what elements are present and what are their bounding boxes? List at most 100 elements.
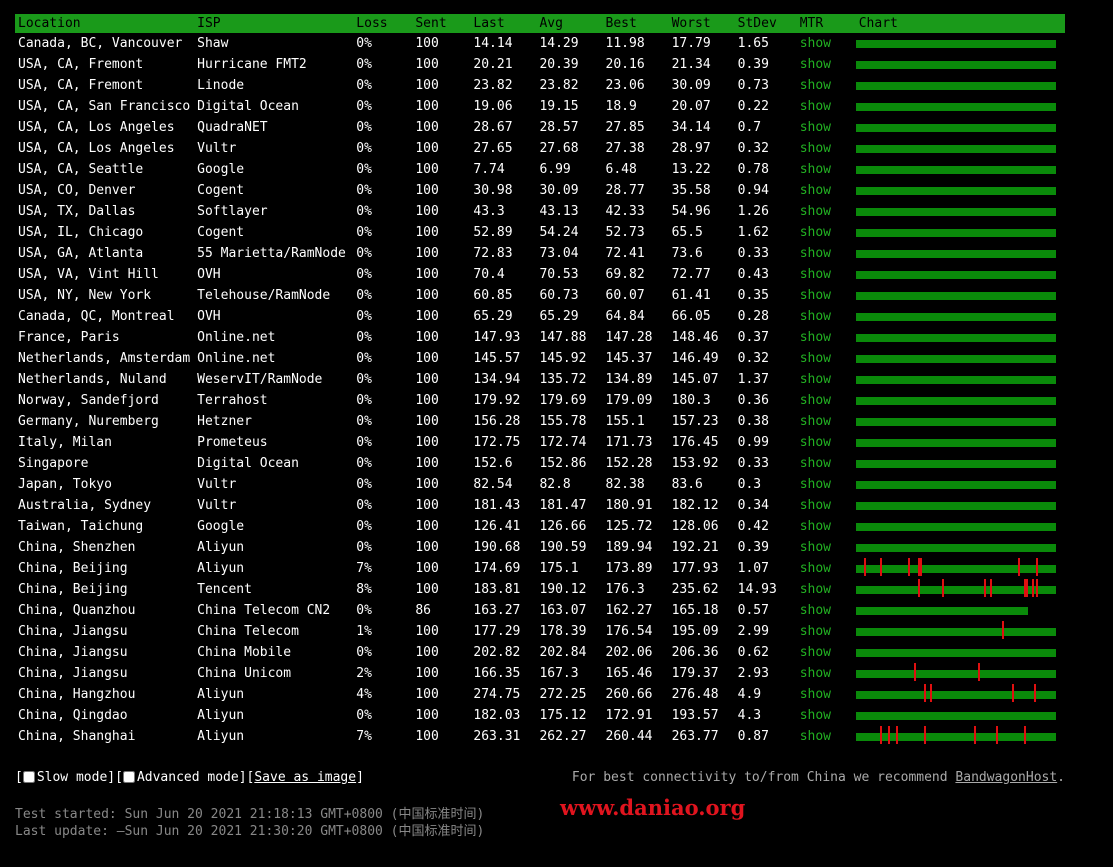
mtr-show-link[interactable]: show bbox=[797, 432, 856, 453]
latency-bar bbox=[855, 649, 1056, 657]
mtr-show-link[interactable]: show bbox=[797, 390, 856, 411]
mtr-show-link[interactable]: show bbox=[797, 579, 856, 600]
mtr-show-link[interactable]: show bbox=[797, 516, 856, 537]
mtr-show-link[interactable]: show bbox=[797, 642, 856, 663]
cell-isp: Prometeus bbox=[197, 435, 268, 450]
bandwagonhost-link[interactable]: BandwagonHost bbox=[955, 770, 1057, 785]
mtr-show-link[interactable]: show bbox=[797, 117, 856, 138]
cell-last: 14.14 bbox=[473, 36, 513, 51]
mtr-show-link[interactable]: show bbox=[797, 369, 856, 390]
table-row: China, Shanghai Aliyun 7% 100 263.31 262.27 26… bbox=[15, 726, 1065, 747]
mtr-show-link[interactable]: show bbox=[797, 495, 856, 516]
latency-sparkline bbox=[855, 61, 1056, 69]
mtr-show-link[interactable]: show bbox=[797, 726, 856, 747]
mtr-show-link[interactable]: show bbox=[797, 75, 856, 96]
results-panel: Location ISP Loss Sent Last Avg Best Wor… bbox=[15, 14, 1065, 747]
mtr-show-link[interactable]: show bbox=[797, 285, 856, 306]
cell-last: 60.85 bbox=[473, 288, 513, 303]
table-row: Canada, BC, Vancouver Shaw 0% 100 14.14 14.29… bbox=[15, 33, 1065, 54]
mtr-show-link[interactable]: show bbox=[797, 33, 856, 54]
cell-sent: 100 bbox=[415, 645, 439, 660]
table-row: France, Paris Online.net 0% 100 147.93 147.88… bbox=[15, 327, 1065, 348]
packet-loss-spike bbox=[977, 663, 980, 681]
mtr-show-link[interactable]: show bbox=[797, 453, 856, 474]
cell-isp: 55 Marietta/RamNode bbox=[197, 246, 346, 261]
cell-stdev: 0.87 bbox=[737, 729, 769, 744]
cell-stdev: 0.35 bbox=[737, 288, 769, 303]
mtr-show-link[interactable]: show bbox=[797, 306, 856, 327]
mtr-show-link[interactable]: show bbox=[797, 474, 856, 495]
cell-worst: 21.34 bbox=[671, 57, 711, 72]
slow-mode-checkbox[interactable] bbox=[22, 771, 35, 783]
cell-avg: 82.8 bbox=[539, 477, 571, 492]
packet-loss-spike bbox=[1035, 558, 1038, 576]
cell-avg: 175.12 bbox=[539, 708, 587, 723]
mtr-show-link[interactable]: show bbox=[797, 96, 856, 117]
packet-loss-spike bbox=[1035, 579, 1038, 597]
cell-stdev: 4.9 bbox=[737, 687, 762, 702]
mtr-show-link[interactable]: show bbox=[797, 684, 856, 705]
cell-sent: 100 bbox=[415, 666, 439, 681]
cell-loss: 0% bbox=[356, 141, 372, 156]
cell-worst: 263.77 bbox=[671, 729, 719, 744]
latency-bar bbox=[855, 712, 1056, 720]
mtr-show-link[interactable]: show bbox=[797, 222, 856, 243]
cell-loss: 0% bbox=[356, 57, 372, 72]
latency-bar bbox=[855, 166, 1056, 174]
latency-chart-cell bbox=[855, 684, 1065, 705]
col-worst-header: Worst bbox=[671, 16, 711, 31]
cell-avg: 73.04 bbox=[539, 246, 579, 261]
cell-stdev: 0.57 bbox=[737, 603, 769, 618]
mtr-show-link[interactable]: show bbox=[797, 411, 856, 432]
cell-isp: OVH bbox=[197, 309, 221, 324]
mtr-show-link[interactable]: show bbox=[797, 663, 856, 684]
mtr-show-link[interactable]: show bbox=[797, 54, 856, 75]
cell-best: 60.07 bbox=[605, 288, 645, 303]
mtr-show-link[interactable]: show bbox=[797, 537, 856, 558]
mtr-show-link[interactable]: show bbox=[797, 558, 856, 579]
save-as-image-link[interactable]: Save as image bbox=[254, 770, 356, 785]
advanced-mode-toggle[interactable]: Advanced mode bbox=[122, 770, 239, 785]
table-row: China, Hangzhou Aliyun 4% 100 274.75 272.25 26… bbox=[15, 684, 1065, 705]
cell-last: 134.94 bbox=[473, 372, 521, 387]
cell-sent: 100 bbox=[415, 561, 439, 576]
table-row: USA, VA, Vint Hill OVH 0% 100 70.4 70.53 69.82… bbox=[15, 264, 1065, 285]
slow-mode-toggle[interactable]: Slow mode bbox=[22, 770, 107, 785]
cell-worst: 176.45 bbox=[671, 435, 719, 450]
cell-stdev: 0.62 bbox=[737, 645, 769, 660]
latency-sparkline bbox=[855, 124, 1056, 132]
latency-bar bbox=[855, 334, 1056, 342]
cell-best: 152.28 bbox=[605, 456, 653, 471]
mtr-show-link[interactable]: show bbox=[797, 705, 856, 726]
mtr-show-link[interactable]: show bbox=[797, 243, 856, 264]
mtr-show-link[interactable]: show bbox=[797, 327, 856, 348]
latency-bar bbox=[855, 565, 1056, 573]
latency-bar bbox=[855, 61, 1056, 69]
cell-isp: China Mobile bbox=[197, 645, 292, 660]
cell-avg: 14.29 bbox=[539, 36, 579, 51]
latency-bar bbox=[855, 439, 1056, 447]
table-row: Netherlands, Amsterdam Online.net 0% 100 145… bbox=[15, 348, 1065, 369]
advanced-mode-checkbox[interactable] bbox=[122, 771, 135, 783]
mtr-show-link[interactable]: show bbox=[797, 348, 856, 369]
table-row: China, Quanzhou China Telecom CN2 0% 86 163.… bbox=[15, 600, 1065, 621]
mtr-show-link[interactable]: show bbox=[797, 600, 856, 621]
cell-last: 30.98 bbox=[473, 183, 513, 198]
cell-isp: Linode bbox=[197, 78, 245, 93]
mtr-show-link[interactable]: show bbox=[797, 159, 856, 180]
cell-isp: China Telecom CN2 bbox=[197, 603, 331, 618]
mtr-show-link[interactable]: show bbox=[797, 621, 856, 642]
cell-location: Netherlands, Nuland bbox=[18, 372, 167, 387]
latency-chart-cell bbox=[855, 243, 1065, 264]
latency-bar bbox=[855, 208, 1056, 216]
mtr-show-link[interactable]: show bbox=[797, 201, 856, 222]
cell-avg: 20.39 bbox=[539, 57, 579, 72]
cell-location: China, Beijing bbox=[18, 582, 128, 597]
cell-stdev: 1.26 bbox=[737, 204, 769, 219]
cell-avg: 6.99 bbox=[539, 162, 571, 177]
mtr-show-link[interactable]: show bbox=[797, 264, 856, 285]
cell-sent: 100 bbox=[415, 477, 439, 492]
mtr-show-link[interactable]: show bbox=[797, 138, 856, 159]
cell-best: 42.33 bbox=[605, 204, 645, 219]
mtr-show-link[interactable]: show bbox=[797, 180, 856, 201]
